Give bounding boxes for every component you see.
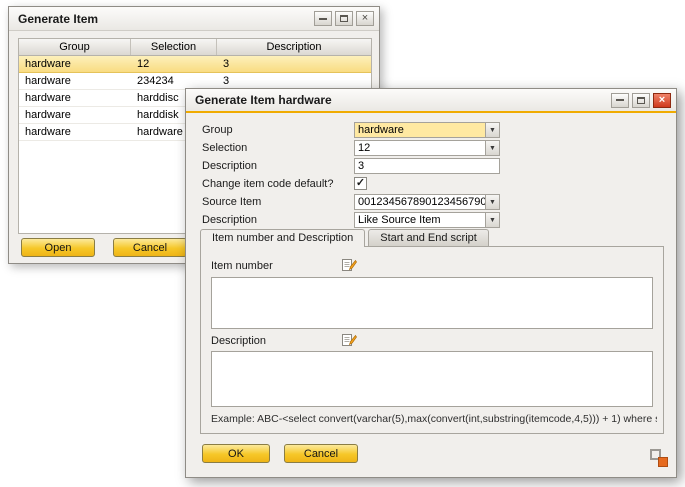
description-label: Description [202,160,257,172]
edit-icon[interactable] [341,332,357,348]
maximize-icon [340,15,348,22]
change-item-code-checkbox[interactable]: ✓ [354,177,367,190]
item-number-label: Item number [211,260,273,272]
column-header-group[interactable]: Group [19,39,131,55]
cell-selection[interactable]: 12 [131,56,217,72]
close-icon: × [659,95,665,106]
tab-bar: Item number and Description Start and En… [200,229,489,247]
close-icon: × [362,13,368,24]
dropdown-arrow-icon[interactable]: ▼ [485,141,499,155]
maximize-button[interactable] [632,93,650,108]
group-combo[interactable]: hardware ▼ [354,122,500,138]
tab-item-number-and-description[interactable]: Item number and Description [200,229,365,247]
tab-start-and-end-script[interactable]: Start and End script [368,229,489,246]
close-button[interactable]: × [653,93,671,108]
edit-icon[interactable] [341,257,357,273]
dropdown-arrow-icon[interactable]: ▼ [485,123,499,137]
dropdown-arrow-icon[interactable]: ▼ [485,195,499,209]
source-item-label: Source Item [202,196,261,208]
cell-group[interactable]: hardware [19,124,131,140]
selection-label: Selection [202,142,247,154]
cell-selection[interactable]: 234234 [131,73,217,89]
open-button[interactable]: Open [21,238,95,257]
source-item-row: Source Item 00123456789012345679012345 ▼ [186,194,676,210]
column-header-description[interactable]: Description [217,39,371,55]
titlebar[interactable]: Generate Item hardware × [186,89,676,113]
cancel-button[interactable]: Cancel [113,238,187,257]
selection-combo[interactable]: 12 ▼ [354,140,500,156]
cell-description[interactable]: 3 [217,56,371,72]
source-item-combo[interactable]: 00123456789012345679012345 ▼ [354,194,500,210]
cell-group[interactable]: hardware [19,56,131,72]
description2-label: Description [211,335,266,347]
combo-value: 00123456789012345679012345 [355,195,485,209]
ok-button[interactable]: OK [202,444,270,463]
window-title: Generate Item [18,12,314,26]
table-header: Group Selection Description [19,39,371,56]
source-description-row: Description Like Source Item ▼ [186,212,676,228]
source-description-label: Description [202,214,257,226]
description-input[interactable] [354,158,500,174]
column-header-selection[interactable]: Selection [131,39,217,55]
change-item-code-row: Change item code default? ✓ [186,176,676,192]
generate-item-hardware-window: Generate Item hardware × Group hardware … [185,88,677,478]
group-row: Group hardware ▼ [186,122,676,138]
minimize-icon [616,99,624,101]
minimize-button[interactable] [314,11,332,26]
tab-panel: Item number Description Example: ABC-<se… [200,246,664,434]
combo-value: 12 [355,141,485,155]
table-row[interactable]: hardware 12 3 [19,56,371,73]
combo-value: Like Source Item [355,213,485,227]
resize-grip-icon [658,457,668,467]
cancel-button[interactable]: Cancel [284,444,358,463]
resize-grip[interactable] [650,449,668,467]
window-title: Generate Item hardware [195,93,611,107]
description-textarea[interactable] [211,351,653,407]
minimize-icon [319,18,327,20]
source-description-combo[interactable]: Like Source Item ▼ [354,212,500,228]
selection-row: Selection 12 ▼ [186,140,676,156]
cell-description[interactable]: 3 [217,73,371,89]
maximize-button[interactable] [335,11,353,26]
close-button[interactable]: × [356,11,374,26]
cell-group[interactable]: hardware [19,107,131,123]
description-row: Description [186,158,676,174]
maximize-icon [637,97,645,104]
minimize-button[interactable] [611,93,629,108]
titlebar[interactable]: Generate Item × [9,7,379,31]
group-label: Group [202,124,233,136]
change-item-code-label: Change item code default? [202,178,333,190]
button-row: Open Cancel [21,238,187,257]
combo-value: hardware [355,123,485,137]
item-number-textarea[interactable] [211,277,653,329]
cell-group[interactable]: hardware [19,90,131,106]
dropdown-arrow-icon[interactable]: ▼ [485,213,499,227]
window-controls: × [611,93,671,108]
checkmark-icon: ✓ [356,178,365,189]
window-controls: × [314,11,374,26]
example-text: Example: ABC-<select convert(varchar(5),… [211,413,657,425]
cell-group[interactable]: hardware [19,73,131,89]
